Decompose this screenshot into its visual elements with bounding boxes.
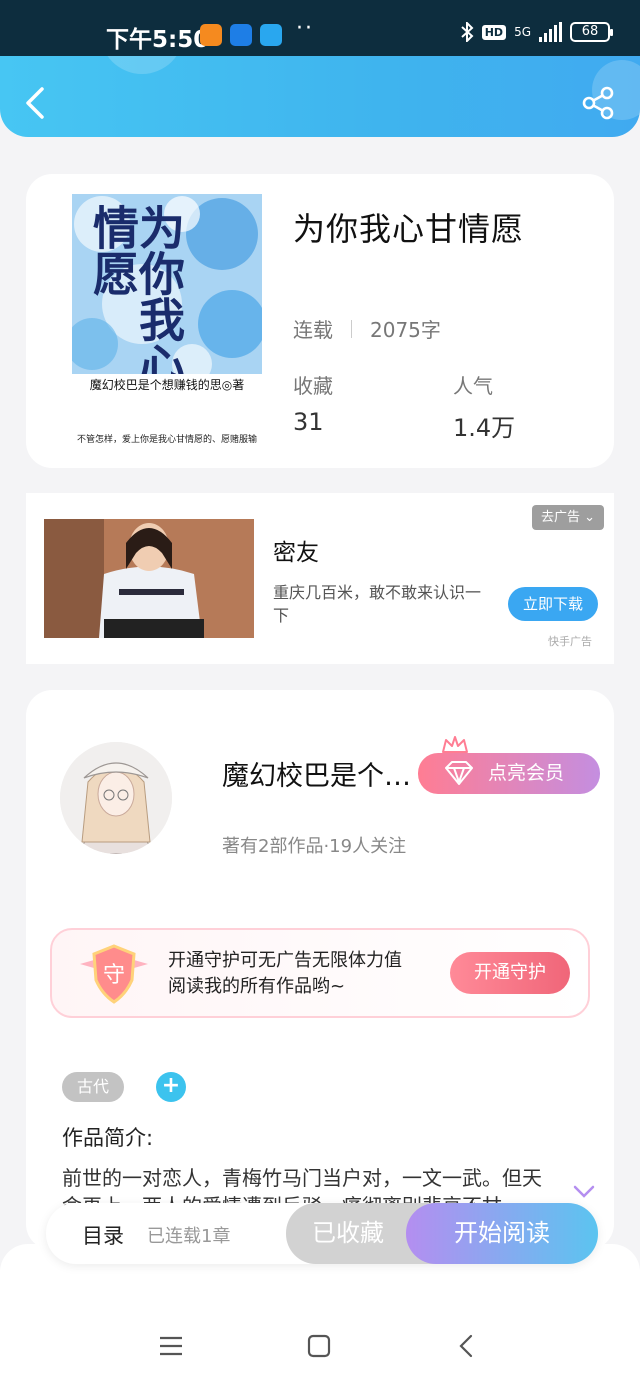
guardian-text-line-1: 开通守护可无广告无限体力值 <box>168 950 402 971</box>
ad-description: 重庆几百米，敢不敢来认识一下 <box>273 583 482 625</box>
guardian-shield-icon: 守 <box>80 944 148 1004</box>
popularity-label: 人气 <box>453 374 493 398</box>
intro-text: 前世的一对恋人，青梅竹马门当户对，一文一武。但天命再上，两人的爱情遭到反驳，痛彻… <box>62 1166 542 1208</box>
app-notification-icon <box>200 24 222 46</box>
ad-source: 快手广告 <box>548 635 592 648</box>
author-card: 魔幻校巴是个… 点亮会员 著有2部作品·19人关注 守 开通守护可无广告无限体力… <box>26 690 614 1250</box>
signal-icon <box>539 22 562 42</box>
guardian-text: 开通守护可无广告无限体力值 阅读我的所有作品哟~ <box>168 948 402 1000</box>
book-info-card: 为你我心甘情愿 魔幻校巴是个想赚钱的思◎著 不管怎样，爱上你是我心甘情愿的、愿赌… <box>26 174 614 468</box>
remove-ad-button[interactable]: 去广告 ⌄ <box>532 505 604 530</box>
genre-tag[interactable]: 古代 <box>62 1072 124 1102</box>
popularity-value: 1.4万 <box>453 414 516 442</box>
app-notification-icon <box>260 24 282 46</box>
add-tag-icon[interactable]: + <box>156 1072 186 1102</box>
read-action-bar: 目录 已连载1章 已收藏 开始阅读 <box>46 1203 598 1264</box>
battery-icon: 68 <box>570 22 613 42</box>
toc-chapter-count: 已连载1章 <box>147 1226 231 1247</box>
back-nav-icon[interactable] <box>452 1330 482 1362</box>
share-icon[interactable] <box>580 86 616 120</box>
author-avatar[interactable] <box>60 742 172 854</box>
ad-image[interactable] <box>44 519 254 638</box>
guardian-badge-text: 守 <box>103 963 125 988</box>
remove-ad-label: 去广告 <box>540 510 580 525</box>
word-count: 2075字 <box>370 318 441 342</box>
toc-button[interactable]: 目录 <box>82 1220 124 1250</box>
diamond-icon <box>445 761 473 785</box>
book-meta: 连载 2075字 <box>293 314 441 343</box>
guardian-banner[interactable]: 守 开通守护可无广告无限体力值 阅读我的所有作品哟~ 开通守护 <box>50 928 590 1018</box>
more-notifications-icon: ·· <box>296 16 314 41</box>
menu-nav-icon[interactable] <box>156 1330 186 1362</box>
zhihu-notification-icon <box>230 24 252 46</box>
ad-photo <box>44 519 254 638</box>
ad-download-button[interactable]: 立即下载 <box>508 587 598 621</box>
hd-badge: HD <box>481 24 507 40</box>
meta-divider <box>351 319 352 338</box>
back-icon[interactable] <box>22 86 48 120</box>
author-name[interactable]: 魔幻校巴是个… <box>222 754 411 793</box>
intro-heading: 作品简介: <box>62 1126 154 1150</box>
network-label: 5G <box>514 25 531 39</box>
home-nav-icon[interactable] <box>304 1330 334 1362</box>
cover-slogan-text: 不管怎样，爱上你是我心甘情愿的、愿赌服输 <box>76 435 257 444</box>
activate-guardian-button[interactable]: 开通守护 <box>450 952 570 994</box>
status-bar: 下午5:50 ·· HD 5G 68 <box>0 0 640 56</box>
activate-vip-button[interactable]: 点亮会员 <box>418 753 600 794</box>
serial-status: 连载 <box>293 318 333 342</box>
book-cover[interactable]: 为你我心甘情愿 魔幻校巴是个想赚钱的思◎著 不管怎样，爱上你是我心甘情愿的、愿赌… <box>72 194 262 444</box>
header: 下午5:50 ·· HD 5G 68 <box>0 0 640 137</box>
favorites-value: 31 <box>293 408 324 436</box>
start-reading-button[interactable]: 开始阅读 <box>406 1203 598 1264</box>
favorites-label: 收藏 <box>293 374 333 398</box>
vip-button-label: 点亮会员 <box>488 762 565 784</box>
guardian-text-line-2: 阅读我的所有作品哟~ <box>168 976 346 997</box>
book-title: 为你我心甘情愿 <box>293 210 525 248</box>
author-stats: 著有2部作品·19人关注 <box>222 836 407 857</box>
status-time: 下午5:50 <box>106 27 210 53</box>
bottom-panel <box>0 1244 640 1387</box>
ad-banner[interactable]: 密友 重庆几百米，敢不敢来认识一下 去广告 ⌄ 立即下载 快手广告 <box>26 493 614 664</box>
bluetooth-icon <box>461 22 474 42</box>
expand-chevron-icon[interactable] <box>572 1184 596 1200</box>
ad-title: 密友 <box>273 540 319 566</box>
chevron-down-icon: ⌄ <box>584 510 596 525</box>
